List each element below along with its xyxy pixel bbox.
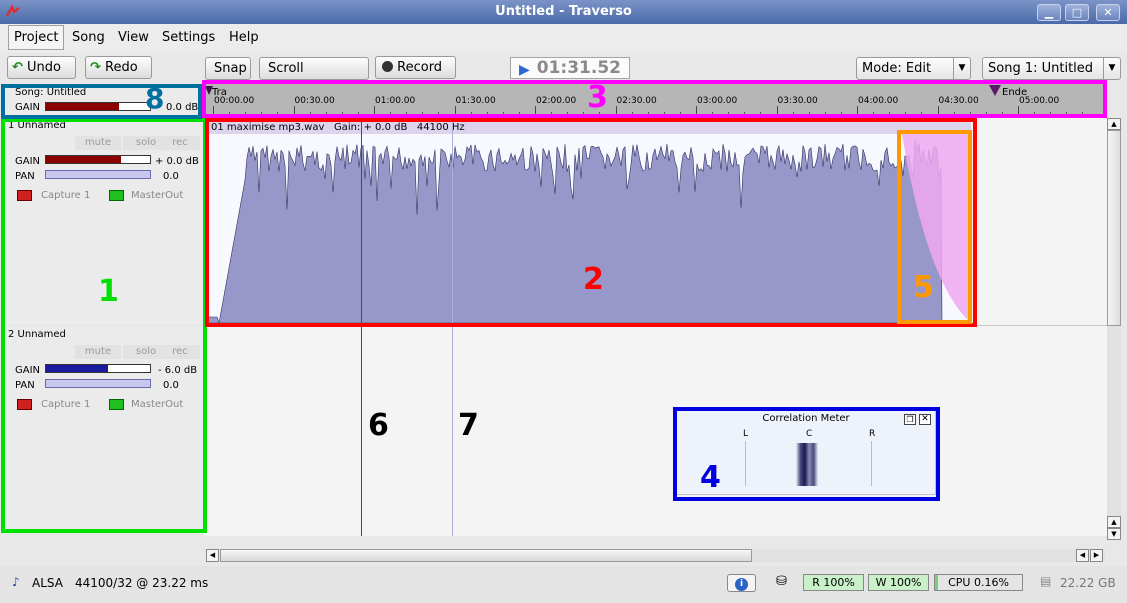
undo-icon: ↶ bbox=[12, 60, 23, 75]
annotation-6: 6 bbox=[368, 408, 389, 443]
snap-button[interactable]: Snap bbox=[205, 57, 251, 80]
title-bar: Untitled - Traverso ▁ □ ✕ bbox=[0, 0, 1127, 24]
scroll-playback-button[interactable]: Scroll Playback bbox=[259, 57, 369, 97]
chevron-down-icon: ▼ bbox=[1103, 58, 1120, 79]
play-icon[interactable]: ▶ bbox=[519, 60, 530, 80]
menu-project[interactable]: Project bbox=[8, 25, 65, 50]
annotation-5: 5 bbox=[913, 270, 934, 305]
maximize-button[interactable]: □ bbox=[1065, 4, 1089, 21]
cpu-label: CPU 0.16% bbox=[948, 576, 1009, 589]
info-icon: i bbox=[735, 578, 748, 591]
vertical-scrollbar[interactable]: ▲ ▲ ▼ bbox=[1107, 118, 1121, 540]
mode-select[interactable]: Mode: Edit ▼ bbox=[856, 57, 971, 80]
redo-icon: ↷ bbox=[90, 60, 101, 75]
annotation-4: 4 bbox=[700, 460, 721, 495]
highlight-box-3 bbox=[202, 80, 1107, 118]
record-button[interactable]: Record bbox=[375, 56, 456, 79]
highlight-box-5 bbox=[897, 130, 972, 324]
disk-icon: ▤ bbox=[1040, 574, 1052, 588]
menu-view[interactable]: View bbox=[118, 30, 149, 45]
time-display: ▶ 01:31.52 bbox=[510, 57, 630, 79]
read-indicator: R 100% bbox=[803, 574, 864, 591]
menu-song[interactable]: Song bbox=[72, 30, 105, 45]
menu-help[interactable]: Help bbox=[229, 30, 259, 45]
redo-label: Redo bbox=[105, 60, 138, 75]
horizontal-scroll-thumb[interactable] bbox=[220, 549, 752, 562]
undo-label: Undo bbox=[27, 60, 62, 75]
record-icon bbox=[382, 61, 393, 72]
info-button[interactable]: i bbox=[727, 574, 756, 592]
menu-settings[interactable]: Settings bbox=[162, 30, 215, 45]
vertical-scroll-thumb[interactable] bbox=[1107, 130, 1121, 326]
highlight-box-8 bbox=[1, 84, 202, 119]
menu-bar: Project Song View Settings Help bbox=[0, 24, 1127, 52]
audio-rate: 44100/32 @ 23.22 ms bbox=[75, 576, 209, 590]
scroll-down-icon[interactable]: ▼ bbox=[1107, 528, 1121, 540]
cpu-fill bbox=[935, 575, 939, 590]
write-indicator: W 100% bbox=[868, 574, 929, 591]
music-note-icon: ♪ bbox=[12, 575, 20, 589]
scroll-up-icon[interactable]: ▲ bbox=[1107, 516, 1121, 528]
mode-value: Mode: Edit bbox=[862, 61, 932, 76]
redo-button[interactable]: ↷ Redo bbox=[85, 56, 152, 79]
annotation-7: 7 bbox=[458, 408, 479, 443]
scroll-left-icon[interactable]: ◀ bbox=[206, 549, 219, 562]
record-label: Record bbox=[397, 60, 443, 75]
scroll-right-icon[interactable]: ▶ bbox=[1090, 549, 1103, 562]
scroll-left-icon[interactable]: ◀ bbox=[1076, 549, 1089, 562]
chevron-down-icon: ▼ bbox=[953, 58, 970, 79]
song-select-value: Song 1: Untitled bbox=[988, 61, 1094, 76]
highlight-box-1 bbox=[1, 118, 207, 533]
scroll-up-icon[interactable]: ▲ bbox=[1107, 118, 1121, 130]
annotation-3: 3 bbox=[587, 80, 608, 115]
undo-button[interactable]: ↶ Undo bbox=[7, 56, 76, 79]
close-window-button[interactable]: ✕ bbox=[1096, 4, 1120, 21]
status-bar: ♪ ALSA 44100/32 @ 23.22 ms i ⛁ R 100% W … bbox=[0, 566, 1127, 603]
minimize-button[interactable]: ▁ bbox=[1037, 4, 1061, 21]
annotation-1: 1 bbox=[98, 274, 119, 309]
cpu-indicator: CPU 0.16% bbox=[934, 574, 1023, 591]
disk-space: 22.22 GB bbox=[1060, 576, 1116, 590]
time-value: 01:31.52 bbox=[536, 58, 621, 78]
annotation-2: 2 bbox=[583, 262, 604, 297]
hdd-icon: ⛁ bbox=[776, 574, 787, 589]
window-title: Untitled - Traverso bbox=[495, 4, 632, 19]
annotation-8: 8 bbox=[145, 82, 165, 115]
horizontal-scrollbar[interactable]: ◀ ◀ ▶ bbox=[206, 549, 1105, 562]
song-select[interactable]: Song 1: Untitled ▼ bbox=[982, 57, 1121, 80]
audio-driver: ALSA bbox=[32, 576, 63, 590]
